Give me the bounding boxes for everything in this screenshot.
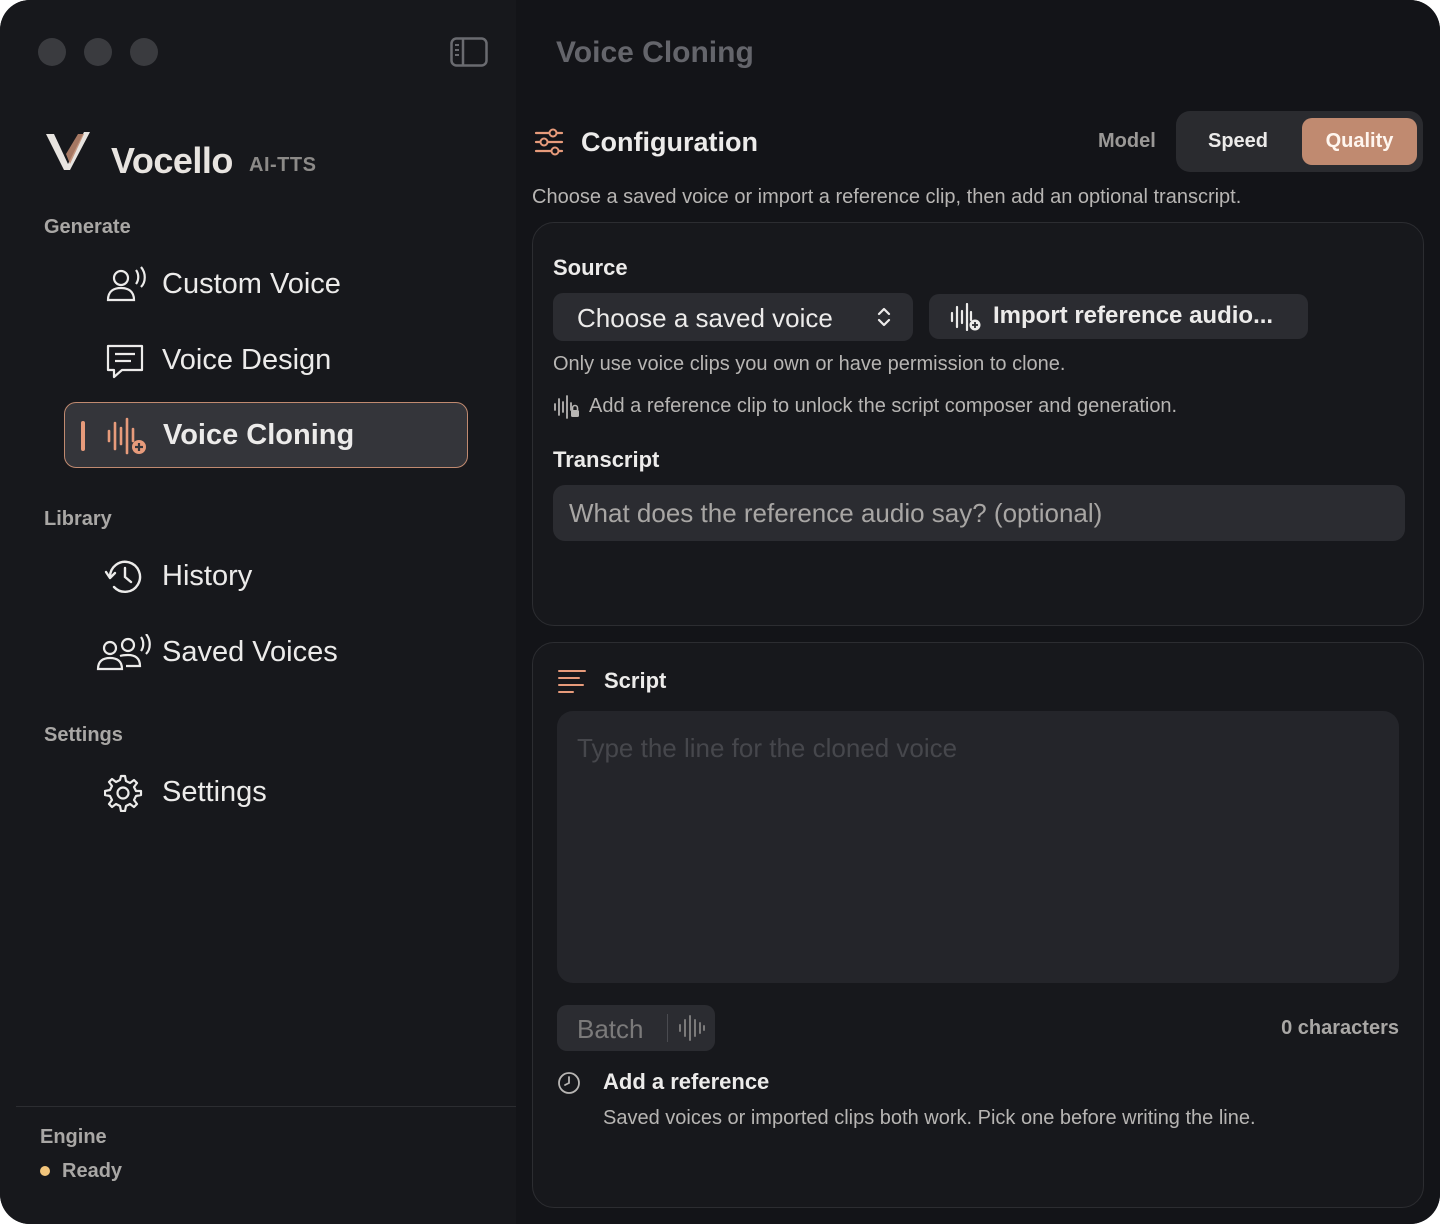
engine-status-dot [40, 1166, 50, 1176]
script-title: Script [604, 668, 667, 693]
script-card: Script Type the line for the cloned voic… [532, 642, 1424, 1208]
waveform-plus-icon [107, 417, 146, 455]
permission-note: Only use voice clips you own or have per… [553, 353, 1066, 375]
page-title: Voice Cloning [556, 36, 754, 69]
import-reference-audio-label: Import reference audio... [993, 302, 1274, 329]
gear-icon [104, 774, 143, 812]
people-voice-icon [96, 634, 151, 671]
text-lines-icon [558, 670, 586, 693]
section-label-library: Library [44, 508, 112, 530]
batch-label: Batch [577, 1014, 644, 1044]
main-content: Voice Cloning Configuration Model Speed … [516, 0, 1440, 1224]
saved-voice-select[interactable]: Choose a saved voice [553, 293, 913, 341]
vocello-logo-icon [46, 132, 90, 170]
configuration-title: Configuration [581, 127, 758, 157]
sidebar-toggle-icon[interactable] [450, 37, 488, 67]
script-placeholder: Type the line for the cloned voice [577, 733, 958, 763]
chat-bubble-icon [106, 344, 144, 379]
section-label-settings: Settings [44, 724, 123, 746]
add-reference-title: Add a reference [603, 1069, 770, 1094]
sidebar-item-saved-voices[interactable]: Saved Voices [64, 620, 468, 686]
sidebar-item-label: Voice Cloning [163, 419, 355, 451]
brand-name: Vocello [111, 140, 233, 181]
sidebar-item-label: History [162, 560, 253, 592]
history-clock-icon [104, 560, 142, 593]
character-count: 0 characters [1281, 1017, 1399, 1039]
sidebar-item-label: Saved Voices [162, 636, 338, 668]
model-speed-button[interactable]: Speed [1184, 118, 1292, 165]
clock-icon [558, 1072, 580, 1094]
minimize-window-button[interactable] [84, 38, 112, 66]
sidebar-item-label: Settings [162, 776, 267, 808]
sidebar-divider [16, 1106, 516, 1107]
transcript-placeholder: What does the reference audio say? (opti… [569, 498, 1103, 528]
sidebar-item-label: Voice Design [162, 344, 332, 376]
source-card: Source Choose a saved voice Import refer… [532, 222, 1424, 626]
source-label: Source [553, 255, 628, 280]
brand-tag: AI-TTS [249, 154, 317, 176]
add-reference-description: Saved voices or imported clips both work… [603, 1107, 1256, 1129]
sidebar-item-history[interactable]: History [64, 544, 468, 610]
waveform-plus-icon [950, 303, 981, 331]
sidebar-item-voice-design[interactable]: Voice Design [64, 328, 468, 394]
configuration-description: Choose a saved voice or import a referen… [532, 186, 1242, 208]
batch-separator [667, 1014, 668, 1042]
import-reference-audio-button[interactable]: Import reference audio... [929, 294, 1308, 339]
sidebar-item-voice-cloning[interactable]: Voice Cloning [64, 402, 468, 468]
batch-button[interactable]: Batch [557, 1005, 715, 1051]
sidebar-item-settings[interactable]: Settings [64, 760, 468, 826]
chevron-up-down-icon [877, 307, 891, 327]
engine-label: Engine [40, 1126, 107, 1148]
waveform-lock-icon [554, 395, 579, 419]
script-textarea[interactable]: Type the line for the cloned voice [557, 711, 1399, 983]
sliders-icon [534, 128, 564, 156]
sidebar-item-custom-voice[interactable]: Custom Voice [64, 252, 468, 318]
model-segmented-control: Speed Quality [1176, 111, 1423, 172]
waveform-icon [679, 1015, 705, 1041]
close-window-button[interactable] [38, 38, 66, 66]
transcript-input[interactable]: What does the reference audio say? (opti… [553, 485, 1405, 541]
sidebar: Vocello AI-TTS Generate Custom Voice Voi… [0, 0, 516, 1224]
engine-status: Ready [62, 1160, 123, 1182]
model-label: Model [1098, 130, 1156, 152]
section-label-generate: Generate [44, 216, 131, 238]
app-window: Vocello AI-TTS Generate Custom Voice Voi… [0, 0, 1440, 1224]
person-voice-icon [106, 266, 146, 302]
transcript-label: Transcript [553, 447, 660, 472]
zoom-window-button[interactable] [130, 38, 158, 66]
sidebar-item-label: Custom Voice [162, 268, 341, 300]
unlock-note: Add a reference clip to unlock the scrip… [589, 395, 1178, 417]
model-quality-button[interactable]: Quality [1302, 118, 1417, 165]
active-indicator [81, 421, 85, 451]
saved-voice-select-value: Choose a saved voice [577, 303, 833, 333]
